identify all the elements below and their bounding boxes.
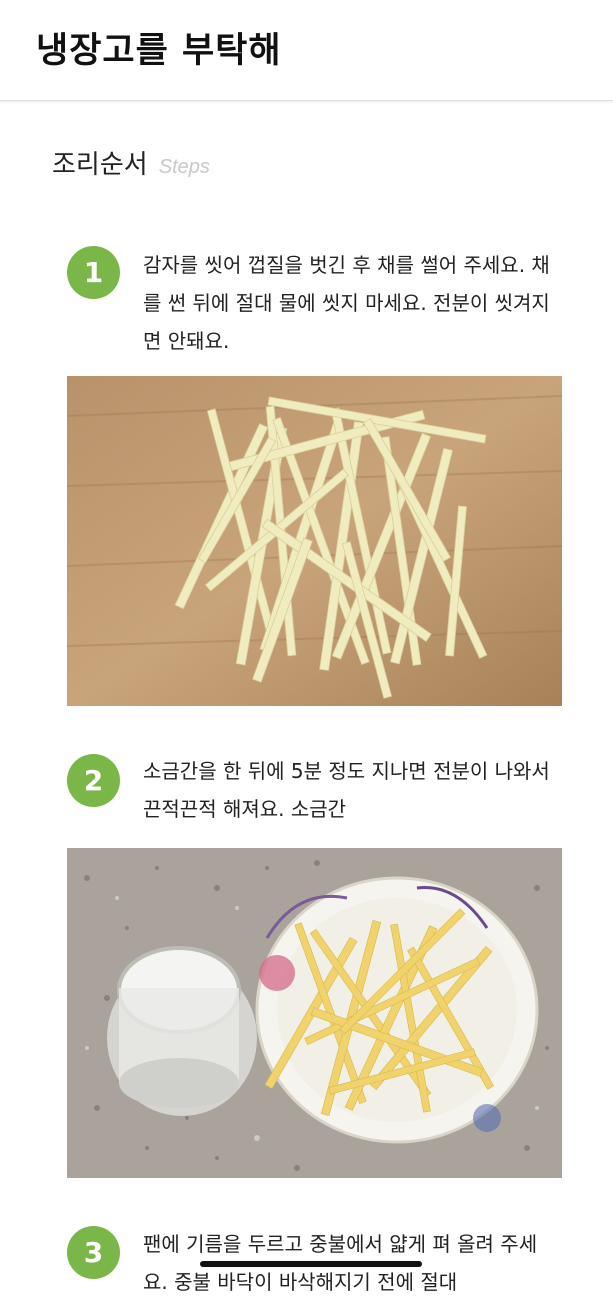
step-number-badge: 1 xyxy=(67,246,120,299)
app-header: 냉장고를 부탁해 xyxy=(0,0,613,101)
step-text: 감자를 씻어 껍질을 벗긴 후 채를 썰어 주세요. 채를 썬 뒤에 절대 물에… xyxy=(143,253,550,353)
step-photo-potato-strips[interactable] xyxy=(67,376,562,706)
app-title: 냉장고를 부탁해 xyxy=(36,31,282,71)
section-title: 조리순서 Steps xyxy=(52,144,210,181)
step-text: 소금간을 한 뒤에 5분 정도 지나면 전분이 나와서 끈적끈적 해져요. 소금… xyxy=(143,759,550,821)
step-photo-salted-potatoes[interactable] xyxy=(67,848,562,1178)
home-indicator[interactable] xyxy=(200,1261,422,1267)
step-number-badge: 3 xyxy=(67,1226,120,1279)
section-subtitle: Steps xyxy=(158,156,210,178)
step-number-badge: 2 xyxy=(67,754,120,807)
section-title-korean: 조리순서 xyxy=(52,150,148,180)
